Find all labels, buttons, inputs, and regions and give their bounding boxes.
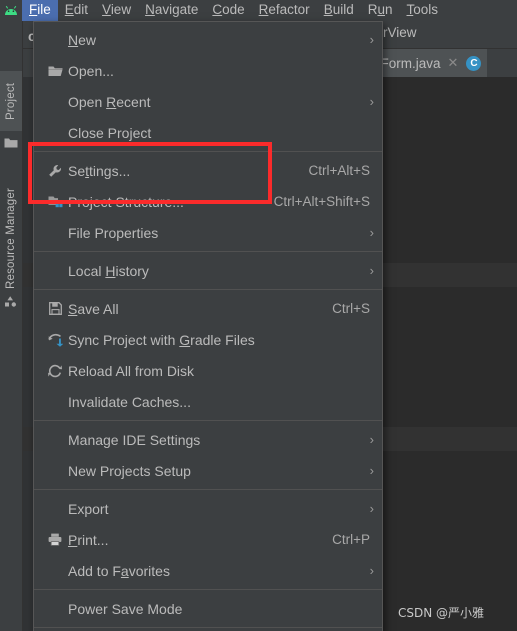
chevron-right-icon: › <box>369 263 374 278</box>
menu-item-print[interactable]: Print... Ctrl+P <box>34 524 382 555</box>
menu-item-sync-gradle[interactable]: Sync Project with Gradle Files <box>34 324 382 355</box>
menu-item-close-project[interactable]: Close Project <box>34 117 382 148</box>
menu-separator-5 <box>34 489 382 490</box>
menubar-view-rest: iew <box>110 2 132 17</box>
menu-item-export-label: Export <box>68 500 109 517</box>
chevron-right-icon: › <box>369 563 374 578</box>
menu-item-invalidate-caches-label: Invalidate Caches... <box>68 393 191 410</box>
menu-separator-7 <box>34 627 382 628</box>
menu-bar: File Edit View Navigate Code Refactor Bu… <box>0 0 517 21</box>
menu-item-new-projects-setup-label: New Projects Setup <box>68 462 191 479</box>
close-icon[interactable]: ✕ <box>448 56 459 69</box>
menu-item-save-all-shortcut: Ctrl+S <box>332 301 370 316</box>
menu-item-open-recent-label: Open Recent <box>68 93 151 110</box>
menu-item-open-recent[interactable]: Open Recent › <box>34 86 382 117</box>
menu-item-new-label: New <box>68 31 97 48</box>
menu-item-local-history[interactable]: Local History › <box>34 255 382 286</box>
chevron-right-icon: › <box>369 32 374 47</box>
menubar-item-run[interactable]: Run <box>361 0 400 21</box>
menu-item-settings[interactable]: Settings... Ctrl+Alt+S <box>34 155 382 186</box>
menu-item-manage-ide-settings[interactable]: Manage IDE Settings › <box>34 424 382 455</box>
printer-icon <box>42 533 68 546</box>
file-dropdown-menu: New › Open... Open Recent › Close Projec… <box>33 21 383 631</box>
chevron-right-icon: › <box>369 501 374 516</box>
menu-item-project-structure[interactable]: Project Structure... Ctrl+Alt+Shift+S <box>34 186 382 217</box>
menu-item-local-history-label: Local History <box>68 262 149 279</box>
menu-item-power-save-mode[interactable]: Power Save Mode <box>34 593 382 624</box>
wrench-icon <box>42 164 68 178</box>
sidebar-item-resource-manager-label: Resource Manager <box>5 187 17 289</box>
menu-item-save-all-label: Save All <box>68 300 119 317</box>
sidebar-item-resource-manager[interactable]: Resource Manager <box>0 183 22 293</box>
open-folder-icon <box>42 65 68 77</box>
menu-item-print-label: Print... <box>68 531 109 548</box>
editor-tab-nform-java[interactable]: nForm.java ✕ C <box>367 49 488 79</box>
left-tool-window-strip: Project Resource Manager <box>0 21 23 631</box>
menu-item-reload-all[interactable]: Reload All from Disk <box>34 355 382 386</box>
menu-item-settings-label: Settings... <box>68 162 131 179</box>
menu-item-save-all[interactable]: Save All Ctrl+S <box>34 293 382 324</box>
menubar-navigate-rest: avigate <box>154 2 199 17</box>
android-studio-window: File Edit View Navigate Code Refactor Bu… <box>0 0 517 631</box>
menubar-item-edit[interactable]: Edit <box>58 0 95 21</box>
menubar-item-refactor[interactable]: Refactor <box>252 0 317 21</box>
menubar-item-code[interactable]: Code <box>205 0 251 21</box>
menubar-file-rest: ile <box>37 2 51 17</box>
menu-separator-2 <box>34 251 382 252</box>
sidebar-item-project-label: Project <box>5 82 17 120</box>
watermark-text: CSDN @严小雅 <box>398 606 485 620</box>
chevron-right-icon: › <box>369 94 374 109</box>
menu-item-reload-all-label: Reload All from Disk <box>68 362 195 379</box>
menu-item-close-project-label: Close Project <box>68 124 152 141</box>
menu-item-file-properties-label: File Properties <box>68 224 159 241</box>
menubar-item-navigate[interactable]: Navigate <box>138 0 205 21</box>
reload-icon <box>42 364 68 378</box>
sidebar-item-project[interactable]: Project <box>0 71 22 131</box>
folder-icon[interactable] <box>4 135 18 148</box>
menubar-run-rest: n <box>384 2 393 17</box>
menubar-item-build[interactable]: Build <box>317 0 361 21</box>
menubar-item-tools[interactable]: Tools <box>400 0 446 21</box>
menu-item-manage-ide-settings-label: Manage IDE Settings <box>68 431 201 448</box>
menu-item-open[interactable]: Open... <box>34 55 382 86</box>
menu-separator-3 <box>34 289 382 290</box>
chevron-right-icon: › <box>369 432 374 447</box>
menu-item-export[interactable]: Export › <box>34 493 382 524</box>
editor-tab-label: nForm.java <box>373 55 441 71</box>
resource-shapes-icon[interactable] <box>4 295 18 307</box>
menu-item-print-shortcut: Ctrl+P <box>332 532 370 547</box>
android-robot-icon <box>0 0 22 21</box>
save-icon <box>42 302 68 315</box>
menu-item-sync-gradle-label: Sync Project with Gradle Files <box>68 331 255 348</box>
class-badge-icon: C <box>466 55 482 71</box>
menu-separator-6 <box>34 589 382 590</box>
chevron-right-icon: › <box>369 225 374 240</box>
menu-item-settings-shortcut: Ctrl+Alt+S <box>308 163 370 178</box>
project-structure-icon <box>42 195 68 208</box>
menu-item-add-to-favorites[interactable]: Add to Favorites › <box>34 555 382 586</box>
menu-item-file-properties[interactable]: File Properties › <box>34 217 382 248</box>
menubar-tools-rest: ools <box>413 2 439 17</box>
breadcrumb: rView <box>383 25 417 40</box>
menu-item-new-projects-setup[interactable]: New Projects Setup › <box>34 455 382 486</box>
menu-item-project-structure-shortcut: Ctrl+Alt+Shift+S <box>273 194 370 209</box>
menubar-refactor-rest: efactor <box>268 2 310 17</box>
menu-item-power-save-mode-label: Power Save Mode <box>68 600 183 617</box>
menu-item-new[interactable]: New › <box>34 24 382 55</box>
menu-item-open-label: Open... <box>68 62 114 79</box>
menubar-item-file[interactable]: File <box>22 0 58 21</box>
menubar-code-rest: ode <box>222 2 245 17</box>
menubar-item-view[interactable]: View <box>95 0 138 21</box>
menu-separator-1 <box>34 151 382 152</box>
menu-item-project-structure-label: Project Structure... <box>68 193 184 210</box>
menu-separator-4 <box>34 420 382 421</box>
chevron-right-icon: › <box>369 463 374 478</box>
menu-item-add-to-favorites-label: Add to Favorites <box>68 562 170 579</box>
menubar-edit-rest: dit <box>73 2 89 17</box>
menu-item-invalidate-caches[interactable]: Invalidate Caches... <box>34 386 382 417</box>
menubar-build-rest: uild <box>332 2 354 17</box>
sync-gradle-icon <box>42 333 68 347</box>
